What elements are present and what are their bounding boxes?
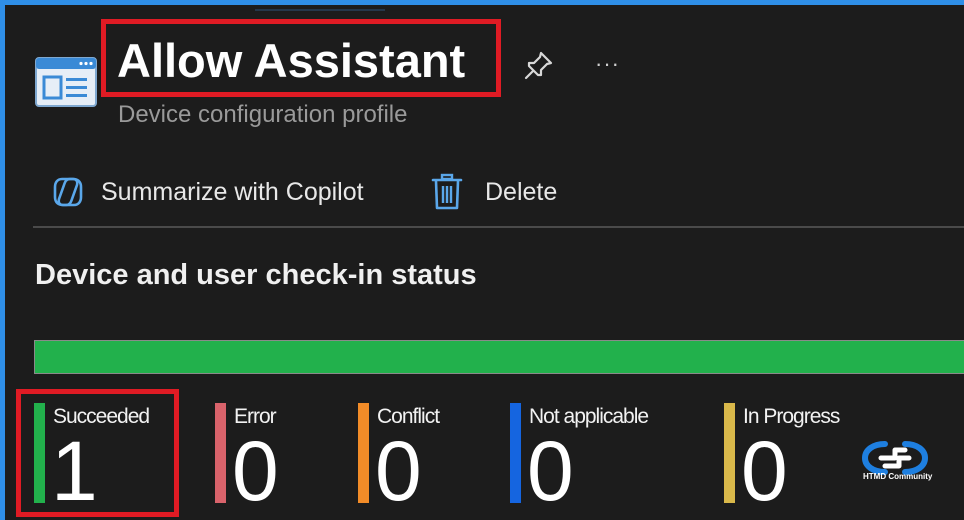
copilot-button-label: Summarize with Copilot [101, 177, 364, 206]
stat-value: 0 [232, 424, 279, 518]
htmd-logo-text: HTMD Community [863, 472, 933, 481]
copilot-icon [53, 177, 83, 207]
more-options-icon[interactable]: ··· [595, 49, 625, 79]
top-edge-fragment [255, 5, 385, 11]
stat-color-bar [215, 403, 226, 503]
delete-button[interactable]: Delete [431, 169, 557, 215]
stat-value: 0 [375, 424, 422, 518]
stat-value: 0 [741, 424, 788, 518]
page-subtitle: Device configuration profile [118, 101, 408, 128]
stat-color-bar [510, 403, 521, 503]
page-title: Allow Assistant [117, 34, 466, 87]
checkin-status-bar [34, 340, 964, 374]
stat-color-bar [358, 403, 369, 503]
main-panel: Allow Assistant ··· Device configuration… [5, 5, 964, 520]
succeeded-highlight-box [16, 389, 179, 517]
trash-icon [431, 173, 463, 210]
summarize-copilot-button[interactable]: Summarize with Copilot [49, 169, 364, 215]
section-title: Device and user check-in status [35, 259, 477, 291]
stat-value: 0 [527, 424, 574, 518]
stat-color-bar [724, 403, 735, 503]
pin-icon[interactable] [521, 49, 555, 83]
checkin-status-bar-fill [35, 341, 964, 373]
profile-icon [35, 57, 97, 107]
toolbar-divider [33, 226, 964, 228]
delete-button-label: Delete [485, 177, 558, 206]
